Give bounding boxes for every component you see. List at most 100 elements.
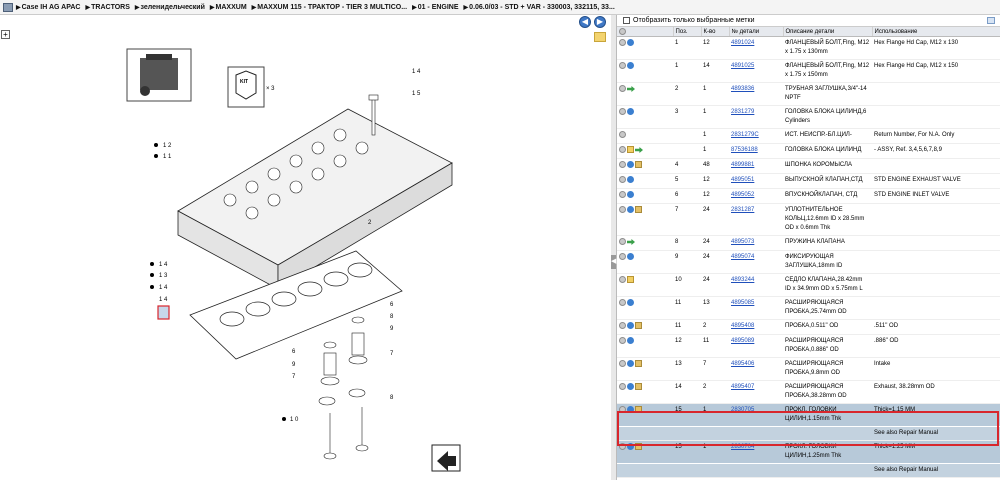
gear-icon[interactable] bbox=[619, 27, 626, 35]
package-icon[interactable] bbox=[635, 322, 642, 329]
info-icon[interactable] bbox=[627, 406, 634, 413]
table-row[interactable]: 9 24 4895074 ФИКСИРУЮЩАЯ ЗАГЛУШКА,18mm ID bbox=[617, 250, 1000, 274]
gear-icon[interactable] bbox=[619, 191, 626, 198]
repair-manual-note[interactable]: See also Repair Manual bbox=[872, 463, 1000, 478]
info-icon[interactable] bbox=[627, 108, 634, 115]
gear-icon[interactable] bbox=[619, 337, 626, 344]
table-row[interactable]: 12 11 4895089 РАСШИРЯЮЩАЯСЯ ПРОБКА,0.886" O… bbox=[617, 334, 1000, 358]
package-icon[interactable] bbox=[635, 406, 642, 413]
home-icon[interactable] bbox=[3, 2, 13, 12]
gear-icon[interactable] bbox=[619, 406, 626, 413]
table-note-row[interactable]: See also Repair Manual bbox=[617, 463, 1000, 478]
table-row[interactable]: 1 87536188 ГОЛОВКА БЛОКА ЦИЛИНД - ASSY, Ref… bbox=[617, 143, 1000, 159]
gear-icon[interactable] bbox=[619, 206, 626, 213]
info-icon[interactable] bbox=[627, 191, 634, 198]
gear-icon[interactable] bbox=[619, 39, 626, 46]
part-number-link[interactable]: 2830704 bbox=[731, 444, 754, 450]
package-icon[interactable] bbox=[635, 161, 642, 168]
arrow-icon[interactable] bbox=[635, 147, 643, 153]
gear-icon[interactable] bbox=[619, 322, 626, 329]
info-icon[interactable] bbox=[627, 337, 634, 344]
table-row[interactable]: 2 1 4893836 ТРУБНАЯ ЗАГЛУШКА,3/4"-14 NPTF bbox=[617, 82, 1000, 106]
table-row[interactable]: 1 12 4891024 ФЛАНЦЕВЫЙ БОЛТ,Flng, M12 x 1.7… bbox=[617, 36, 1000, 60]
gear-icon[interactable] bbox=[619, 443, 626, 450]
cell-part-number[interactable]: 2830704 bbox=[729, 440, 783, 464]
package-icon[interactable] bbox=[635, 383, 642, 390]
part-number-link[interactable]: 4895073 bbox=[731, 239, 754, 245]
info-icon[interactable] bbox=[627, 253, 634, 260]
part-number-link[interactable]: 4895052 bbox=[731, 192, 754, 198]
repair-manual-note[interactable]: See also Repair Manual bbox=[872, 426, 1000, 441]
info-icon[interactable] bbox=[627, 206, 634, 213]
package-icon[interactable] bbox=[635, 206, 642, 213]
breadcrumb-item-2[interactable]: ▶зеленидельческий bbox=[135, 4, 205, 11]
part-number-link[interactable]: 4899881 bbox=[731, 162, 754, 168]
show-selected-checkbox[interactable] bbox=[623, 17, 630, 24]
cell-part-number[interactable]: 4895074 bbox=[729, 250, 783, 274]
part-number-link[interactable]: 4895406 bbox=[731, 361, 754, 367]
cell-part-number[interactable]: 4895052 bbox=[729, 188, 783, 204]
cell-part-number[interactable]: 4895085 bbox=[729, 296, 783, 320]
gear-icon[interactable] bbox=[619, 85, 626, 92]
header-select[interactable] bbox=[617, 27, 674, 37]
table-row[interactable]: 15 1 2830704 ПРОКЛ. ГОЛОВКИ ЦИЛИН,1.25mm Th… bbox=[617, 440, 1000, 464]
info-icon[interactable] bbox=[627, 176, 634, 183]
gear-icon[interactable] bbox=[619, 238, 626, 245]
part-number-link[interactable]: 4893836 bbox=[731, 86, 754, 92]
cell-part-number[interactable]: 4895051 bbox=[729, 173, 783, 189]
parts-diagram[interactable]: ◀ ▶ + KIT × 3 1 4 1 5 1 2 1 1 2 1 4 1 3 … bbox=[0, 15, 612, 480]
table-row[interactable]: 10 24 4893244 СЕДЛО КЛАПАНА,28.42mm ID x 34… bbox=[617, 273, 1000, 297]
cell-part-number[interactable]: 4895407 bbox=[729, 380, 783, 404]
table-row[interactable]: 1 2831279C ИСТ. НЕИСПР.-БЛ.ЦИЛ- Return Numb… bbox=[617, 128, 1000, 144]
part-number-link[interactable]: 2831287 bbox=[731, 207, 754, 213]
table-row[interactable]: 13 7 4895406 РАСШИРЯЮЩАЯСЯ ПРОБКА,9.8mm OD I… bbox=[617, 357, 1000, 381]
gear-icon[interactable] bbox=[619, 131, 626, 138]
breadcrumb-item-4[interactable]: ▶MAXXUM 115 - ТРАКТОР - TIER 3 MULTICO..… bbox=[252, 4, 407, 11]
part-number-link[interactable]: 4895089 bbox=[731, 338, 754, 344]
breadcrumb-item-6[interactable]: ▶0.06.0/03 - STD + VAR - 330003, 332115,… bbox=[464, 4, 615, 11]
header-part-number[interactable]: № детали bbox=[729, 27, 784, 37]
part-number-link[interactable]: 4893244 bbox=[731, 277, 754, 283]
info-icon[interactable] bbox=[627, 39, 634, 46]
gear-icon[interactable] bbox=[619, 253, 626, 260]
cell-part-number[interactable]: 2831287 bbox=[729, 203, 783, 236]
cell-part-number[interactable]: 4891024 bbox=[729, 36, 783, 60]
part-number-link[interactable]: 2831279C bbox=[731, 132, 759, 138]
info-icon[interactable] bbox=[627, 383, 634, 390]
gear-icon[interactable] bbox=[619, 108, 626, 115]
breadcrumb-item-5[interactable]: ▶01 - ENGINE bbox=[412, 4, 458, 11]
part-number-link[interactable]: 4895085 bbox=[731, 300, 754, 306]
table-row[interactable]: 8 24 4895073 ПРУЖИНА КЛАПАНА bbox=[617, 235, 1000, 251]
cell-part-number[interactable]: 4893244 bbox=[729, 273, 783, 297]
package-icon[interactable] bbox=[635, 443, 642, 450]
cell-part-number[interactable]: 4899881 bbox=[729, 158, 783, 174]
gear-icon[interactable] bbox=[619, 161, 626, 168]
gear-icon[interactable] bbox=[619, 360, 626, 367]
table-row[interactable]: 11 2 4895408 ПРОБКА,0.511" OD .511" OD bbox=[617, 319, 1000, 335]
gear-icon[interactable] bbox=[619, 276, 626, 283]
info-icon[interactable] bbox=[627, 322, 634, 329]
info-icon[interactable] bbox=[627, 360, 634, 367]
part-number-link[interactable]: 87536188 bbox=[731, 147, 758, 153]
gear-icon[interactable] bbox=[619, 383, 626, 390]
cell-part-number[interactable]: 4895089 bbox=[729, 334, 783, 358]
header-description[interactable]: Описание детали bbox=[783, 27, 873, 37]
box-icon[interactable] bbox=[627, 276, 634, 283]
table-row[interactable]: 1 14 4891025 ФЛАНЦЕВЫЙ БОЛТ,Flng, M12 x 1.7… bbox=[617, 59, 1000, 83]
table-row[interactable]: 4 48 4899881 ШПОНКА КОРОМЫСЛА bbox=[617, 158, 1000, 174]
gear-icon[interactable] bbox=[619, 146, 626, 153]
table-row[interactable]: 6 12 4895052 ВПУСКНОЙКЛАПАН, СТД STD ENGINE … bbox=[617, 188, 1000, 204]
info-icon[interactable] bbox=[627, 299, 634, 306]
cell-part-number[interactable]: 2830705 bbox=[729, 403, 783, 427]
part-number-link[interactable]: 2831279 bbox=[731, 109, 754, 115]
part-number-link[interactable]: 4895074 bbox=[731, 254, 754, 260]
cell-part-number[interactable]: 4893836 bbox=[729, 82, 783, 106]
info-icon[interactable] bbox=[627, 161, 634, 168]
cell-part-number[interactable]: 2831279 bbox=[729, 105, 783, 129]
breadcrumb-item-1[interactable]: ▶TRACTORS bbox=[86, 4, 130, 11]
table-row[interactable]: 5 12 4895051 ВЫПУСКНОЙ КЛАПАН,СТД STD ENGINE… bbox=[617, 173, 1000, 189]
filter-icon[interactable] bbox=[987, 17, 995, 24]
gear-icon[interactable] bbox=[619, 176, 626, 183]
cell-part-number[interactable]: 4895406 bbox=[729, 357, 783, 381]
package-icon[interactable] bbox=[635, 360, 642, 367]
